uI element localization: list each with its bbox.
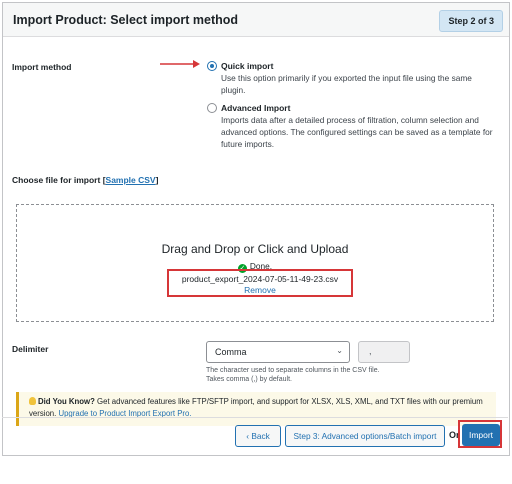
chevron-left-icon: ‹ [246,431,249,441]
delimiter-value-input[interactable]: , [358,341,410,363]
advanced-import-description: Imports data after a detailed process of… [221,115,493,149]
delimiter-value: , [369,346,372,356]
sample-csv-link[interactable]: Sample CSV [106,175,156,185]
did-you-know-notice: Did You Know? Get advanced features like… [16,392,496,426]
delimiter-select-value: Comma [215,347,247,357]
delimiter-help: The character used to separate columns i… [206,366,380,384]
uploaded-filename: product_export_2024-07-05-11-49-23.csv [181,274,339,284]
quick-import-radio[interactable] [207,61,217,71]
import-button[interactable]: Import [462,424,500,446]
advanced-import-radio[interactable] [207,103,217,113]
delimiter-label: Delimiter [12,344,49,354]
delimiter-select[interactable]: Comma ⌄ [206,341,350,363]
import-method-label: Import method [12,62,72,72]
quick-import-description: Use this option primarily if you exporte… [221,73,472,95]
notice-bold: Did You Know? [38,397,95,406]
chevron-down-icon: ⌄ [336,346,343,355]
dropzone-title: Drag and Drop or Click and Upload [161,242,349,256]
advanced-options-button[interactable]: Step 3: Advanced options/Batch import [285,425,445,447]
arrow-pointer-icon [160,60,200,68]
choose-file-text: Choose file for import [12,175,101,185]
back-label: Back [251,431,270,441]
delimiter-help-line2: Takes comma (,) by default. [206,376,292,383]
lightbulb-icon [29,397,36,405]
footer-divider [2,417,508,418]
file-dropzone[interactable]: Drag and Drop or Click and Upload ✓ Done.… [16,204,494,322]
back-button[interactable]: ‹ Back [235,425,281,447]
advanced-import-title[interactable]: Advanced Import [221,103,290,113]
delimiter-help-line1: The character used to separate columns i… [206,367,380,374]
panel-header: Import Product: Select import method Ste… [3,3,509,37]
uploaded-file-highlight: product_export_2024-07-05-11-49-23.csv R… [167,269,353,297]
page-title: Import Product: Select import method [13,13,239,27]
choose-file-label: Choose file for import [Sample CSV] [12,175,159,185]
step-badge: Step 2 of 3 [439,10,503,32]
remove-file-link[interactable]: Remove [169,285,351,295]
quick-import-title[interactable]: Quick import [221,61,273,71]
